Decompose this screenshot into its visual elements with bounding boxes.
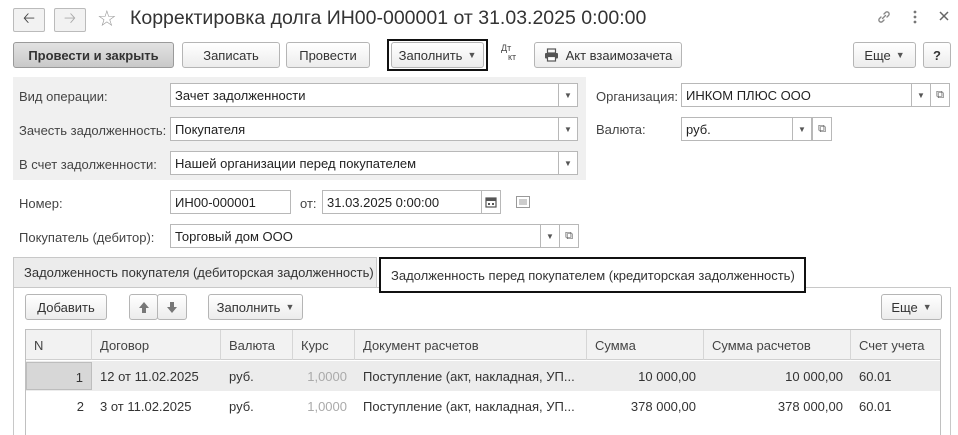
against-field[interactable]: Нашей организации перед покупателем [170, 151, 559, 175]
offset-label: Зачесть задолженность: [19, 123, 167, 138]
window-title: Корректировка долга ИН00-000001 от 31.03… [130, 7, 647, 29]
add-row-button[interactable]: Добавить [25, 294, 107, 320]
rate-cell[interactable]: 1,0000 [293, 391, 355, 421]
offset-field[interactable]: Покупателя [170, 117, 559, 141]
move-down-button[interactable] [157, 294, 187, 320]
organization-field[interactable]: ИНКОМ ПЛЮС ООО [681, 83, 912, 107]
arrow-left-icon: 🡠 [22, 9, 36, 27]
row-number-cell[interactable]: 2 [26, 391, 92, 421]
operation-dropdown-button[interactable]: ▼ [558, 83, 578, 107]
organization-dropdown-button[interactable]: ▼ [911, 83, 931, 107]
dropdown-caret-icon: ▼ [922, 302, 932, 312]
row-number-cell[interactable]: 1 [26, 362, 92, 390]
column-header-currency[interactable]: Валюта [221, 330, 293, 360]
currency-open-icon[interactable]: ⧉ [812, 117, 832, 141]
table-row[interactable]: 2 3 от 11.02.2025 руб. 1,0000 Поступлени… [26, 391, 940, 421]
dropdown-caret-icon: ▼ [285, 302, 295, 312]
column-header-amount[interactable]: Сумма [587, 330, 704, 360]
help-button[interactable]: ? [923, 42, 951, 68]
table-fill-button[interactable]: Заполнить ▼ [208, 294, 303, 320]
currency-dropdown-button[interactable]: ▼ [792, 117, 812, 141]
currency-cell[interactable]: руб. [221, 361, 293, 391]
rate-cell[interactable]: 1,0000 [293, 361, 355, 391]
more-button[interactable]: Еще ▼ [853, 42, 916, 68]
organization-open-icon[interactable]: ⧉ [930, 83, 950, 107]
settlement-amount-cell[interactable]: 378 000,00 [704, 391, 851, 421]
column-header-account[interactable]: Счет учета [851, 330, 940, 360]
amount-cell[interactable]: 378 000,00 [587, 391, 704, 421]
fill-button[interactable]: Заполнить ▼ [391, 42, 484, 68]
move-up-button[interactable] [129, 294, 158, 320]
close-icon[interactable] [937, 9, 951, 27]
currency-label: Валюта: [596, 122, 646, 137]
column-header-document[interactable]: Документ расчетов [355, 330, 587, 360]
against-label: В счет задолженности: [19, 157, 157, 172]
account-cell[interactable]: 60.01 [851, 361, 940, 391]
offset-dropdown-button[interactable]: ▼ [558, 117, 578, 141]
settlements-table: N Договор Валюта Курс Документ расчетов … [25, 329, 941, 435]
arrow-right-icon: 🡢 [63, 9, 77, 27]
number-field[interactable]: ИН00-000001 [170, 190, 291, 214]
calendar-button[interactable] [481, 190, 501, 214]
table-row[interactable]: 1 12 от 11.02.2025 руб. 1,0000 Поступлен… [26, 361, 940, 391]
table-more-button[interactable]: Еще ▼ [881, 294, 942, 320]
tab-receivables[interactable]: Задолженность покупателя (дебиторская за… [13, 257, 377, 287]
dropdown-caret-icon: ▼ [895, 50, 905, 60]
more-vertical-icon[interactable] [912, 9, 918, 29]
buyer-field[interactable]: Торговый дом ООО [170, 224, 541, 248]
amount-cell[interactable]: 10 000,00 [587, 361, 704, 391]
operation-label: Вид операции: [19, 89, 108, 104]
kt-label: кт [508, 52, 517, 62]
comment-icon[interactable] [516, 196, 530, 211]
printer-icon [544, 48, 558, 62]
table-more-label: Еще [891, 299, 918, 315]
arrow-up-icon [138, 301, 149, 313]
document-cell[interactable]: Поступление (акт, накладная, УП... [355, 361, 587, 391]
fill-button-label: Заполнить [398, 47, 463, 63]
date-label: от: [300, 196, 317, 211]
operation-field[interactable]: Зачет задолженности [170, 83, 559, 107]
table-header: N Договор Валюта Курс Документ расчетов … [26, 330, 940, 360]
column-header-rate[interactable]: Курс [293, 330, 355, 360]
table-fill-label: Заполнить [216, 299, 281, 315]
favorite-star-icon[interactable]: ☆ [97, 6, 117, 32]
buyer-dropdown-button[interactable]: ▼ [540, 224, 560, 248]
column-header-settlement-amount[interactable]: Сумма расчетов [704, 330, 851, 360]
netting-act-label: Акт взаимозачета [565, 47, 673, 63]
tab-payables[interactable]: Задолженность перед покупателем (кредито… [379, 257, 806, 293]
number-label: Номер: [19, 196, 63, 211]
arrow-down-icon [167, 301, 177, 313]
against-dropdown-button[interactable]: ▼ [558, 151, 578, 175]
date-field[interactable]: 31.03.2025 0:00:00 [322, 190, 482, 214]
forward-button[interactable]: 🡢 [54, 8, 86, 32]
post-and-close-button[interactable]: Провести и закрыть [13, 42, 174, 68]
currency-cell[interactable]: руб. [221, 391, 293, 421]
dt-kt-icon[interactable]: Дт кт [499, 44, 523, 66]
save-button[interactable]: Записать [182, 42, 280, 68]
column-header-n[interactable]: N [26, 330, 92, 360]
link-icon[interactable] [876, 9, 892, 29]
organization-label: Организация: [596, 89, 679, 104]
buyer-label: Покупатель (дебитор): [19, 230, 155, 245]
contract-cell[interactable]: 3 от 11.02.2025 [92, 391, 221, 421]
buyer-open-icon[interactable]: ⧉ [559, 224, 579, 248]
account-cell[interactable]: 60.01 [851, 391, 940, 421]
back-button[interactable]: 🡠 [13, 8, 45, 32]
post-button[interactable]: Провести [286, 42, 370, 68]
currency-field[interactable]: руб. [681, 117, 793, 141]
contract-cell[interactable]: 12 от 11.02.2025 [92, 361, 221, 391]
column-header-contract[interactable]: Договор [92, 330, 221, 360]
calendar-icon [485, 197, 497, 208]
settlement-amount-cell[interactable]: 10 000,00 [704, 361, 851, 391]
netting-act-button[interactable]: Акт взаимозачета [534, 42, 682, 68]
more-label: Еще [864, 47, 891, 63]
document-cell[interactable]: Поступление (акт, накладная, УП... [355, 391, 587, 421]
dropdown-caret-icon: ▼ [467, 50, 477, 60]
